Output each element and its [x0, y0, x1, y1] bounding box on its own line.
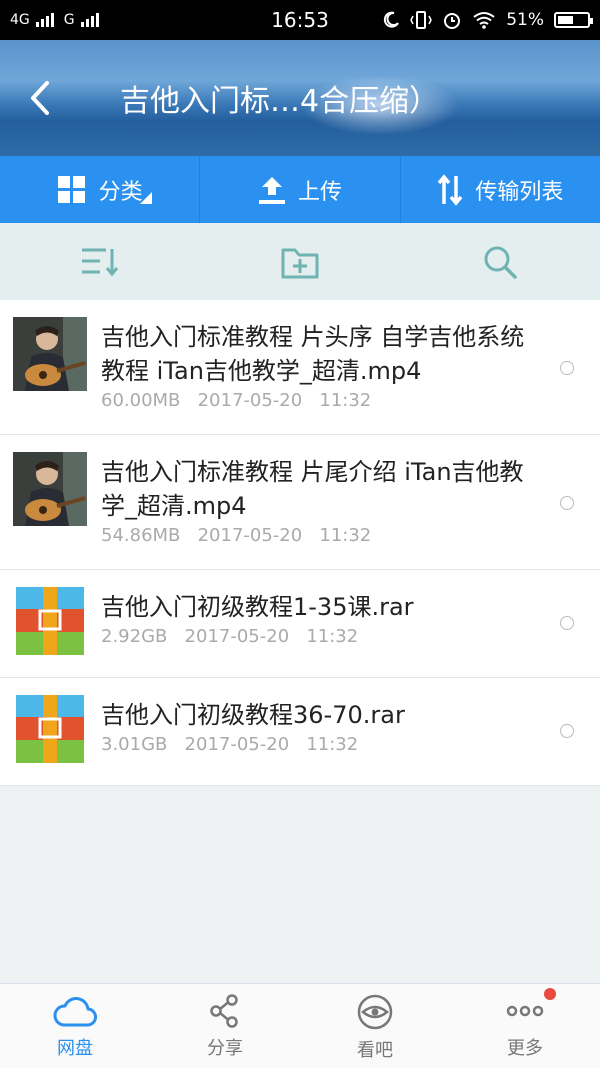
back-button[interactable]	[20, 70, 60, 126]
file-time: 11:32	[319, 525, 372, 546]
search-icon	[484, 246, 517, 279]
dropdown-triangle-icon	[140, 192, 152, 204]
sort-icon	[82, 248, 119, 276]
upload-icon	[258, 176, 285, 204]
file-name: 吉他入门初级教程1-35课.rar	[101, 593, 414, 621]
file-list: 吉他入门标准教程 片头序 自学吉他系统教程 iTan吉他教学_超清.mp4 60…	[0, 300, 600, 786]
bottom-nav: 网盘 分享 看吧 更多	[0, 983, 600, 1068]
file-size: 54.86MB	[101, 525, 181, 546]
nav-item-more[interactable]: 更多	[450, 984, 600, 1068]
file-date: 2017-05-20	[197, 525, 303, 546]
list-item[interactable]: 吉他入门标准教程 片头序 自学吉他系统教程 iTan吉他教学_超清.mp4 60…	[0, 300, 600, 435]
notification-dot	[544, 988, 556, 1000]
sub-toolbar	[0, 223, 600, 300]
cloud-icon	[53, 997, 97, 1027]
search-button[interactable]	[400, 223, 600, 300]
back-arrow-icon	[31, 81, 49, 115]
file-meta: 60.00MB 2017-05-20 11:32	[101, 390, 540, 411]
new-folder-icon	[281, 248, 319, 278]
transfer-label: 传输列表	[475, 179, 564, 205]
nav-label: 看吧	[357, 1040, 393, 1061]
sort-button[interactable]	[0, 223, 200, 300]
nav-label: 网盘	[57, 1038, 93, 1059]
upload-label: 上传	[297, 179, 342, 205]
upload-button[interactable]: 上传	[200, 156, 401, 223]
select-radio[interactable]	[560, 496, 574, 510]
new-folder-button[interactable]	[200, 223, 400, 300]
status-bar: 4G G 16:53 51%	[0, 0, 600, 40]
file-meta: 3.01GB 2017-05-20 11:32	[101, 734, 540, 755]
more-icon	[506, 1005, 544, 1017]
list-item[interactable]: 吉他入门初级教程36-70.rar 3.01GB 2017-05-20 11:3…	[0, 678, 600, 786]
file-time: 11:32	[306, 626, 359, 647]
page-title: 吉他入门标…4合压缩）	[120, 84, 440, 119]
file-size: 2.92GB	[101, 626, 168, 647]
action-toolbar: 分类 上传 传输列表	[0, 156, 600, 223]
wifi-icon	[473, 12, 495, 29]
file-meta: 54.86MB 2017-05-20 11:32	[101, 525, 540, 546]
battery-percent: 51%	[506, 10, 544, 30]
list-item[interactable]: 吉他入门初级教程1-35课.rar 2.92GB 2017-05-20 11:3…	[0, 570, 600, 678]
nav-label: 更多	[507, 1038, 543, 1059]
battery-icon	[554, 12, 593, 28]
file-date: 2017-05-20	[184, 626, 290, 647]
header: 吉他入门标…4合压缩）	[0, 40, 600, 156]
video-thumbnail	[13, 452, 87, 526]
grid-icon	[57, 175, 85, 203]
transfer-icon	[437, 173, 463, 206]
transfer-list-button[interactable]: 传输列表	[401, 156, 600, 223]
file-name: 吉他入门标准教程 片尾介绍 iTan吉他教学_超清.mp4	[101, 458, 524, 520]
file-name: 吉他入门标准教程 片头序 自学吉他系统教程 iTan吉他教学_超清.mp4	[101, 323, 525, 385]
file-size: 3.01GB	[101, 734, 168, 755]
share-icon	[210, 994, 238, 1028]
alarm-icon	[444, 13, 461, 29]
video-thumbnail	[13, 317, 87, 391]
select-radio[interactable]	[560, 724, 574, 738]
file-date: 2017-05-20	[184, 734, 290, 755]
archive-icon	[16, 695, 84, 763]
file-name: 吉他入门初级教程36-70.rar	[101, 701, 405, 729]
file-time: 11:32	[306, 734, 359, 755]
nav-item-watch[interactable]: 看吧	[300, 984, 450, 1068]
moon-icon	[384, 11, 400, 28]
nav-item-netdisk[interactable]: 网盘	[0, 984, 150, 1068]
list-item[interactable]: 吉他入门标准教程 片尾介绍 iTan吉他教学_超清.mp4 54.86MB 20…	[0, 435, 600, 570]
nav-label: 分享	[207, 1038, 243, 1059]
select-radio[interactable]	[560, 616, 574, 630]
file-time: 11:32	[319, 390, 372, 411]
category-label: 分类	[98, 179, 143, 205]
file-meta: 2.92GB 2017-05-20 11:32	[101, 626, 540, 647]
vibrate-icon	[410, 11, 433, 29]
category-button[interactable]: 分类	[0, 156, 201, 223]
file-size: 60.00MB	[101, 390, 181, 411]
file-date: 2017-05-20	[197, 390, 303, 411]
eye-icon	[357, 994, 393, 1030]
select-radio[interactable]	[560, 361, 574, 375]
nav-item-share[interactable]: 分享	[150, 984, 300, 1068]
archive-icon	[16, 587, 84, 655]
